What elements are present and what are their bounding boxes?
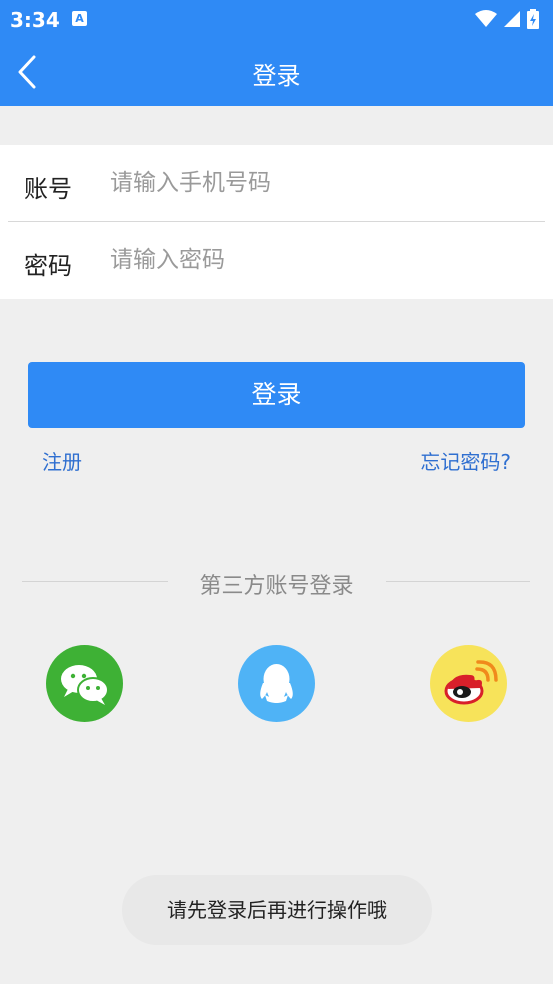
status-time: 3:34 <box>10 8 60 32</box>
wechat-login-button[interactable] <box>46 645 123 722</box>
account-label: 账号 <box>24 175 72 203</box>
weibo-icon <box>444 660 498 705</box>
signal-icon <box>504 11 520 27</box>
login-form: 账号 密码 <box>0 145 553 299</box>
register-link[interactable]: 注册 <box>42 446 82 475</box>
divider-line-right <box>386 581 530 582</box>
notification-icon: A <box>72 11 87 26</box>
login-button[interactable]: 登录 <box>28 362 525 428</box>
toast-message: 请先登录后再进行操作哦 <box>122 875 432 945</box>
status-bar: 3:34 A <box>0 0 553 38</box>
page-title: 登录 <box>252 62 301 90</box>
qq-icon <box>260 664 293 703</box>
third-party-heading: 第三方账号登录 <box>199 574 354 599</box>
third-party-divider: 第三方账号登录 <box>0 566 553 599</box>
password-label: 密码 <box>24 252 72 280</box>
forgot-password-link[interactable]: 忘记密码? <box>420 446 511 475</box>
account-input[interactable] <box>110 163 530 203</box>
password-input[interactable] <box>110 240 530 280</box>
qq-login-button[interactable] <box>238 645 315 722</box>
app-toolbar: 登录 <box>0 38 553 106</box>
account-row: 账号 <box>0 145 553 222</box>
status-icons <box>475 9 539 29</box>
wifi-icon <box>475 10 497 27</box>
wechat-icon <box>61 665 109 705</box>
password-row: 密码 <box>0 222 553 299</box>
battery-icon <box>527 9 539 29</box>
weibo-login-button[interactable] <box>430 645 507 722</box>
